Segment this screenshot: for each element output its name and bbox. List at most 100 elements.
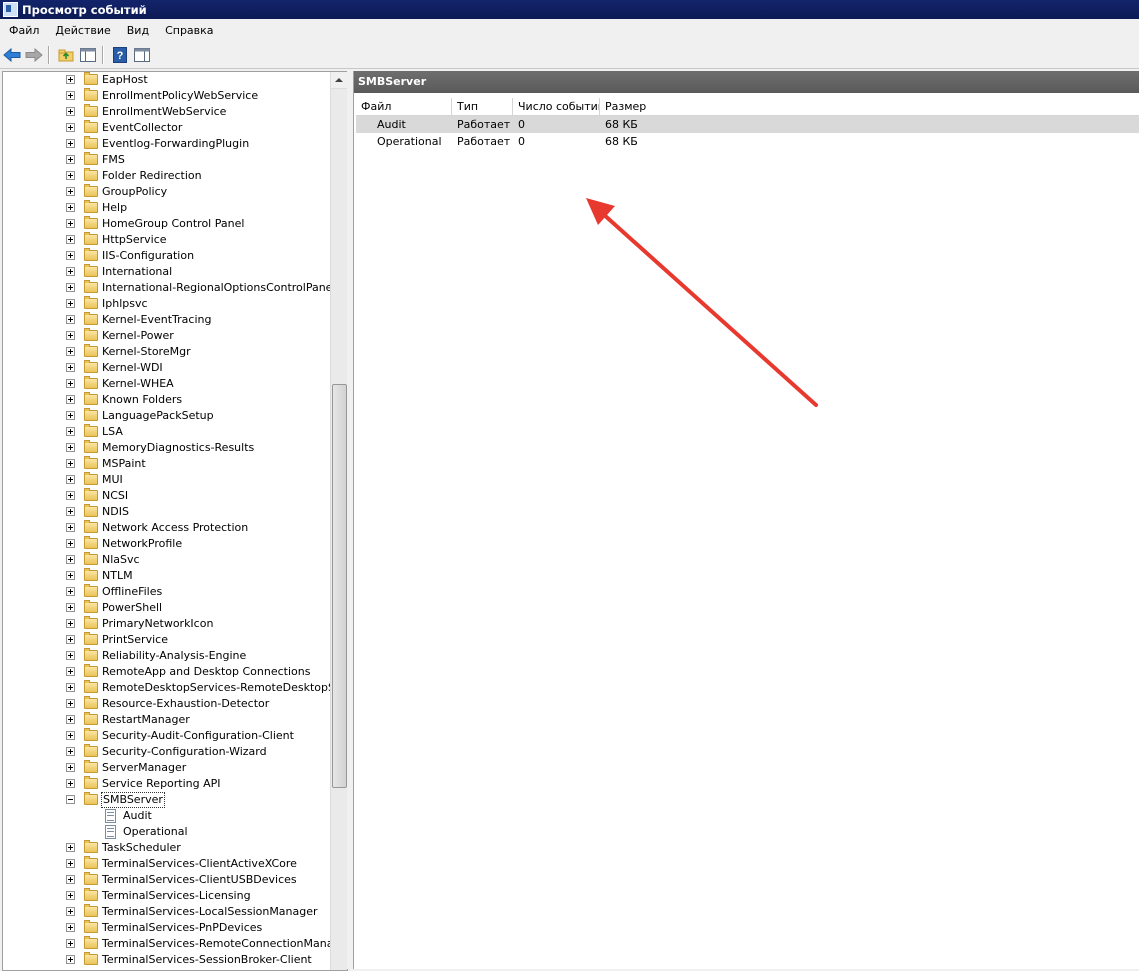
tree-item-folder[interactable]: Iphlpsvc <box>3 296 331 312</box>
tree-item-folder[interactable]: Kernel-StoreMgr <box>3 344 331 360</box>
tree-scrollbar[interactable] <box>330 72 347 970</box>
expand-plus-icon[interactable] <box>66 875 75 884</box>
tree-item-folder[interactable]: LanguagePackSetup <box>3 408 331 424</box>
console-tree[interactable]: EapHost EnrollmentPolicyWebService Enrollm… <box>2 71 348 971</box>
column-header-type[interactable]: Тип <box>452 98 513 115</box>
expand-plus-icon[interactable] <box>66 491 75 500</box>
tree-item-log[interactable]: Audit <box>3 808 331 824</box>
expand-plus-icon[interactable] <box>66 123 75 132</box>
tree-item-folder[interactable]: GroupPolicy <box>3 184 331 200</box>
expand-plus-icon[interactable] <box>66 779 75 788</box>
tree-item-folder[interactable]: RemoteDesktopServices-RemoteDesktopSessi… <box>3 680 347 696</box>
scroll-up-arrow-icon[interactable] <box>331 72 347 89</box>
expand-plus-icon[interactable] <box>66 91 75 100</box>
expand-plus-icon[interactable] <box>66 507 75 516</box>
tree-item-log[interactable]: Operational <box>3 824 331 840</box>
tree-item-folder[interactable]: FMS <box>3 152 331 168</box>
back-arrow-icon[interactable] <box>2 45 22 65</box>
tree-item-folder[interactable]: International-RegionalOptionsControlPane… <box>3 280 336 296</box>
column-header-event-count[interactable]: Число событий <box>513 98 600 115</box>
tree-item-folder[interactable]: MSPaint <box>3 456 331 472</box>
tree-item-folder[interactable]: MemoryDiagnostics-Results <box>3 440 331 456</box>
expand-plus-icon[interactable] <box>66 619 75 628</box>
expand-plus-icon[interactable] <box>66 299 75 308</box>
tree-item-folder[interactable]: TerminalServices-PnPDevices <box>3 920 331 936</box>
expand-plus-icon[interactable] <box>66 699 75 708</box>
column-header-size[interactable]: Размер <box>600 98 1139 115</box>
show-hide-console-tree-icon[interactable] <box>78 45 98 65</box>
tree-item-folder[interactable]: Known Folders <box>3 392 331 408</box>
menu-help[interactable]: Справка <box>158 19 220 42</box>
tree-item-folder[interactable]: MUI <box>3 472 331 488</box>
expand-plus-icon[interactable] <box>66 859 75 868</box>
collapse-minus-icon[interactable] <box>66 795 75 804</box>
expand-plus-icon[interactable] <box>66 315 75 324</box>
tree-item-folder[interactable]: Security-Configuration-Wizard <box>3 744 331 760</box>
expand-plus-icon[interactable] <box>66 523 75 532</box>
expand-plus-icon[interactable] <box>66 139 75 148</box>
expand-plus-icon[interactable] <box>66 731 75 740</box>
tree-item-folder[interactable]: Eventlog-ForwardingPlugin <box>3 136 331 152</box>
forward-arrow-icon[interactable] <box>24 45 44 65</box>
expand-plus-icon[interactable] <box>66 955 75 964</box>
tree-item-folder[interactable]: International <box>3 264 331 280</box>
tree-item-folder[interactable]: TerminalServices-RemoteConnectionManager <box>3 936 347 952</box>
expand-plus-icon[interactable] <box>66 907 75 916</box>
expand-plus-icon[interactable] <box>66 923 75 932</box>
expand-plus-icon[interactable] <box>66 475 75 484</box>
expand-plus-icon[interactable] <box>66 443 75 452</box>
expand-plus-icon[interactable] <box>66 715 75 724</box>
expand-plus-icon[interactable] <box>66 283 75 292</box>
tree-item-folder[interactable]: RemoteApp and Desktop Connections <box>3 664 331 680</box>
expand-plus-icon[interactable] <box>66 363 75 372</box>
expand-plus-icon[interactable] <box>66 635 75 644</box>
tree-item-folder[interactable]: EnrollmentPolicyWebService <box>3 88 331 104</box>
tree-item-folder[interactable]: OfflineFiles <box>3 584 331 600</box>
tree-item-folder[interactable]: NetworkProfile <box>3 536 331 552</box>
tree-item-folder[interactable]: SMBServer <box>3 792 331 808</box>
scrollbar-thumb[interactable] <box>332 384 347 788</box>
expand-plus-icon[interactable] <box>66 267 75 276</box>
expand-plus-icon[interactable] <box>66 763 75 772</box>
tree-item-folder[interactable]: PowerShell <box>3 600 331 616</box>
expand-plus-icon[interactable] <box>66 203 75 212</box>
expand-plus-icon[interactable] <box>66 235 75 244</box>
tree-item-folder[interactable]: NlaSvc <box>3 552 331 568</box>
tree-item-folder[interactable]: ServerManager <box>3 760 331 776</box>
expand-plus-icon[interactable] <box>66 411 75 420</box>
tree-item-folder[interactable]: NCSI <box>3 488 331 504</box>
tree-item-folder[interactable]: Security-Audit-Configuration-Client <box>3 728 331 744</box>
expand-plus-icon[interactable] <box>66 331 75 340</box>
tree-item-folder[interactable]: Reliability-Analysis-Engine <box>3 648 331 664</box>
expand-plus-icon[interactable] <box>66 251 75 260</box>
menu-action[interactable]: Действие <box>48 19 117 42</box>
expand-plus-icon[interactable] <box>66 683 75 692</box>
tree-item-folder[interactable]: EapHost <box>3 72 331 88</box>
table-row[interactable]: Audit Работает 0 68 КБ <box>356 116 1139 133</box>
expand-plus-icon[interactable] <box>66 747 75 756</box>
tree-item-folder[interactable]: Kernel-WHEA <box>3 376 331 392</box>
tree-item-folder[interactable]: Kernel-Power <box>3 328 331 344</box>
expand-plus-icon[interactable] <box>66 667 75 676</box>
expand-plus-icon[interactable] <box>66 427 75 436</box>
tree-item-folder[interactable]: PrimaryNetworkIcon <box>3 616 331 632</box>
tree-item-folder[interactable]: Kernel-EventTracing <box>3 312 331 328</box>
tree-item-folder[interactable]: TerminalServices-SessionBroker-Client <box>3 952 331 968</box>
tree-item-folder[interactable]: HttpService <box>3 232 331 248</box>
expand-plus-icon[interactable] <box>66 219 75 228</box>
expand-plus-icon[interactable] <box>66 155 75 164</box>
expand-plus-icon[interactable] <box>66 539 75 548</box>
tree-item-folder[interactable]: TerminalServices-ClientActiveXCore <box>3 856 331 872</box>
tree-item-folder[interactable]: Network Access Protection <box>3 520 331 536</box>
table-row[interactable]: Operational Работает 0 68 КБ <box>356 133 1139 150</box>
show-hide-action-pane-icon[interactable] <box>132 45 152 65</box>
expand-plus-icon[interactable] <box>66 843 75 852</box>
tree-item-folder[interactable]: Kernel-WDI <box>3 360 331 376</box>
expand-plus-icon[interactable] <box>66 651 75 660</box>
tree-item-folder[interactable]: Resource-Exhaustion-Detector <box>3 696 331 712</box>
expand-plus-icon[interactable] <box>66 571 75 580</box>
expand-plus-icon[interactable] <box>66 459 75 468</box>
menu-view[interactable]: Вид <box>120 19 156 42</box>
tree-item-folder[interactable]: Folder Redirection <box>3 168 331 184</box>
expand-plus-icon[interactable] <box>66 171 75 180</box>
